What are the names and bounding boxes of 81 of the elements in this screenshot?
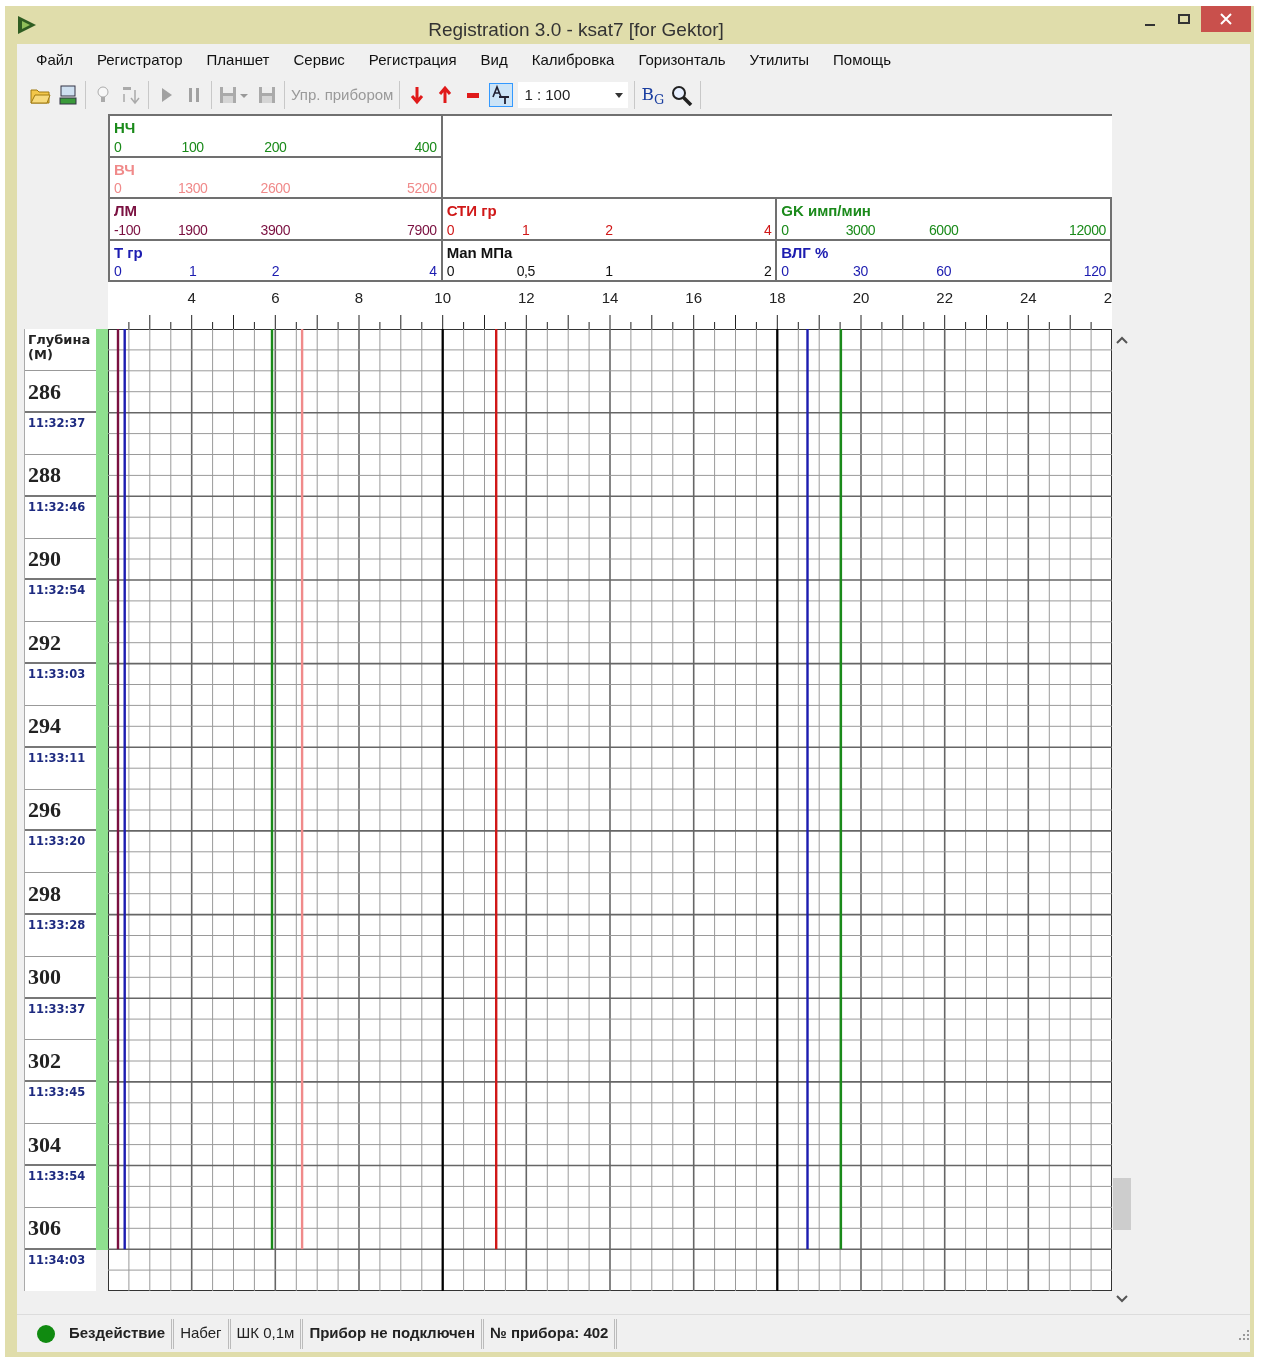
scale-tick-label: 0 (781, 221, 789, 239)
track-title: ЛМ (114, 201, 138, 222)
menu-item[interactable]: Сервис (281, 48, 357, 72)
scale-tick-label: 0 (446, 221, 455, 239)
scale-tick-label: 4 (429, 263, 437, 281)
ruler-label: 18 (769, 288, 786, 309)
status-text: Бездействие (63, 1318, 175, 1349)
scale-tick-label: 400 (414, 138, 437, 156)
menu-item[interactable]: Горизонталь (626, 48, 738, 72)
ruler-label: 24 (1020, 288, 1037, 309)
text-tool-icon[interactable] (490, 84, 513, 107)
minimize-icon (1145, 24, 1155, 26)
scale-tick-label: 0 (446, 263, 455, 281)
maximize-icon (1178, 14, 1190, 24)
ruler-label: 14 (601, 288, 619, 309)
scale-tick-label: 2 (763, 263, 772, 281)
menu-item[interactable]: Вид (468, 48, 520, 72)
scale-tick-label: 30 (853, 263, 868, 281)
status-text: Набег (174, 1318, 231, 1349)
scale-combo[interactable]: 1 : 100 (518, 82, 629, 109)
background-button[interactable]: B$_{G}$ (641, 82, 665, 108)
scroll-up-icon[interactable] (1116, 335, 1128, 346)
scale-tick-label: 6000 (928, 221, 959, 239)
scale-tick-label: 1 (605, 263, 613, 281)
status-text: ШК 0,1м (230, 1318, 304, 1349)
scale-tick-label: 1 (188, 263, 197, 281)
search-icon[interactable] (670, 84, 695, 107)
scrollbar-thumb[interactable] (1113, 1178, 1131, 1231)
menu-item[interactable]: Регистратор (84, 48, 195, 72)
scale-tick-label: 1300 (177, 180, 208, 198)
menu-item[interactable]: Помощь (821, 48, 903, 72)
scale-tick-label: 0 (114, 180, 122, 198)
track-title: СТИ гр (446, 201, 497, 222)
menu-item[interactable]: Калибровка (519, 48, 627, 72)
track-title: НЧ (114, 118, 136, 139)
ruler-label: 2 (1103, 288, 1112, 309)
scale-tick-label: 2 (271, 263, 279, 281)
scale-tick-label: 5200 (407, 180, 437, 198)
ruler-label: 4 (187, 288, 196, 309)
scale-tick-label: 0 (781, 263, 789, 281)
ruler-label: 10 (434, 288, 451, 309)
scale-tick-label: 1 (522, 221, 530, 239)
menu-item[interactable]: Файл (24, 48, 85, 72)
ruler-label: 20 (852, 288, 870, 309)
menu-item[interactable]: Утилиты (737, 48, 822, 72)
scale-tick-label: 0 (114, 263, 122, 281)
track-title: Т гр (114, 242, 143, 263)
ruler-label: 8 (354, 288, 364, 309)
track-title: ВЛГ % (781, 242, 829, 263)
time-value: 11:34:03 (27, 1251, 87, 1269)
scale-tick-label: 7900 (407, 221, 437, 239)
ruler-label: 16 (685, 288, 702, 309)
scale-tick-label: -100 (114, 221, 141, 239)
track-title: GK имп/мин (781, 201, 871, 222)
scale-tick-label: 3900 (260, 221, 291, 239)
scale-tick-label: 2600 (260, 180, 291, 198)
close-icon (1220, 13, 1232, 25)
scale-tick-label: 0 (114, 138, 122, 156)
ruler-label: 22 (936, 288, 953, 309)
track-title: ВЧ (114, 159, 135, 180)
scroll-down-icon[interactable] (1116, 1294, 1128, 1305)
scale-tick-label: 1900 (177, 221, 208, 239)
status-text: № прибора: 402 (484, 1318, 618, 1349)
scale-tick-label: 2 (605, 221, 613, 239)
scale-tick-label: 60 (936, 263, 952, 281)
scale-tick-label: 3000 (845, 221, 876, 239)
scale-tick-label: 100 (181, 138, 204, 156)
ruler-label: 6 (271, 288, 280, 309)
ruler-label: 12 (518, 288, 535, 309)
close-button[interactable] (1201, 6, 1251, 32)
scale-tick-label: 0,5 (516, 263, 535, 281)
track-title: Man МПа (446, 242, 513, 263)
scale-tick-label: 12000 (1069, 221, 1106, 239)
menu-item[interactable]: Регистрация (356, 48, 469, 72)
computer-icon[interactable] (57, 84, 79, 107)
status-text: Прибор не подключен (303, 1318, 484, 1349)
scale-tick-label: 120 (1083, 263, 1106, 281)
window-title: Registration 3.0 - ksat7 [for Gektor] (427, 18, 725, 42)
menu-item[interactable]: Планшет (194, 48, 282, 72)
scale-tick-label: 200 (264, 138, 287, 156)
scale-tick-label: 4 (763, 221, 772, 239)
